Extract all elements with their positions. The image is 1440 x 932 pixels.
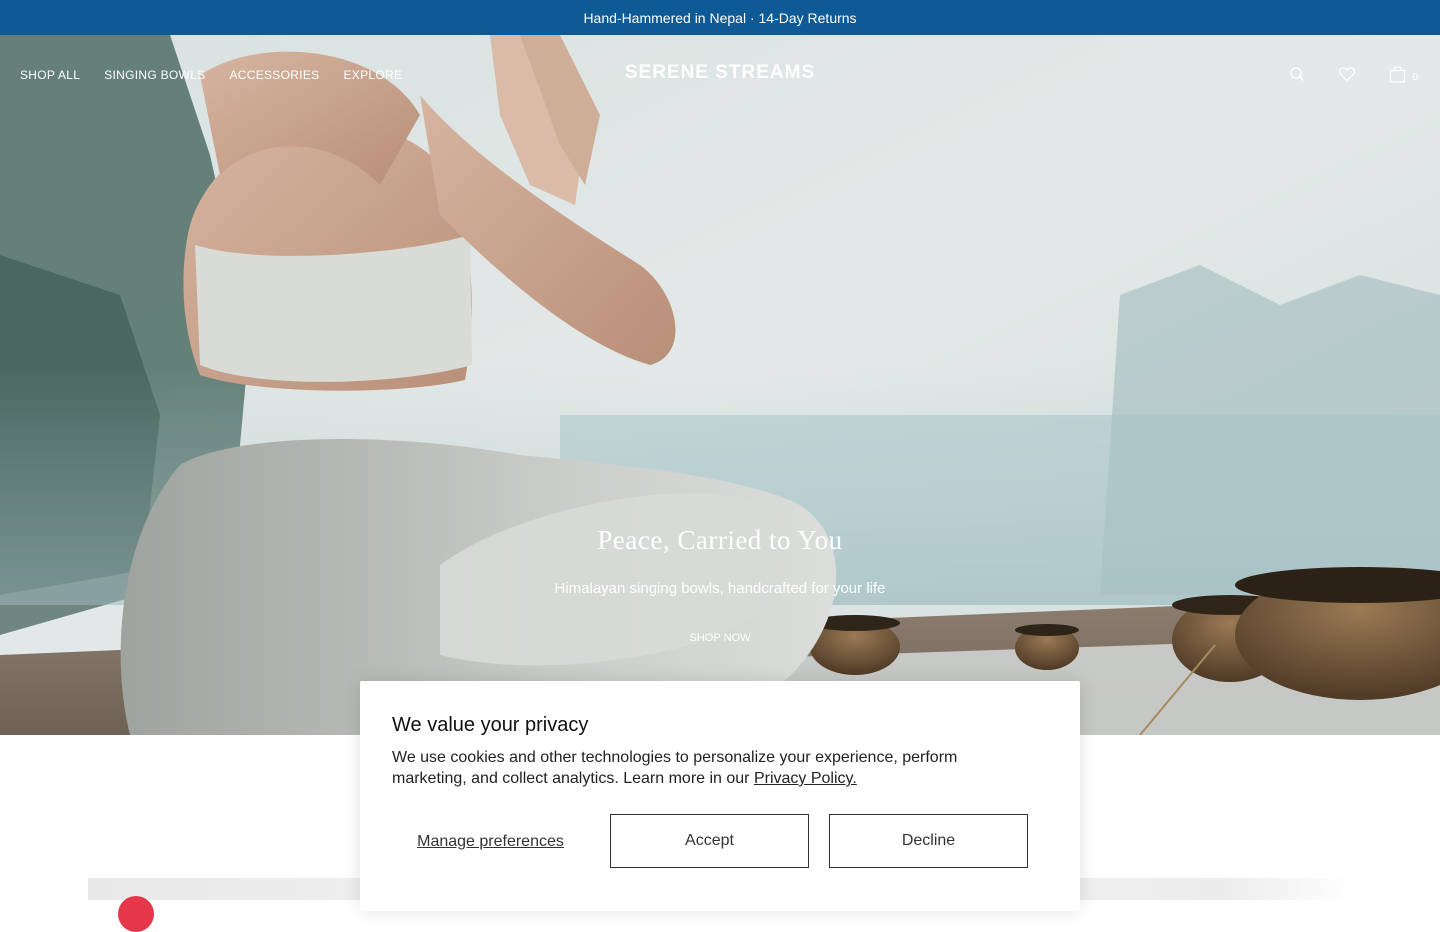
hero-subtitle: Himalayan singing bowls, handcrafted for… [554,580,886,597]
cookie-consent-modal: We value your privacy We use cookies and… [360,681,1080,911]
cookie-modal-title: We value your privacy [392,714,589,736]
manage-preferences-button[interactable]: Manage preferences [392,814,589,868]
red-badge [118,896,154,932]
heart-icon[interactable] [1338,65,1356,83]
cookie-modal-body: We use cookies and other technologies to… [392,749,958,787]
main-nav: SHOP ALL SINGING BOWLS ACCESSORIES EXPLO… [0,35,1440,115]
nav-icons: 0 [1288,65,1418,83]
cookie-modal-text: We use cookies and other technologies to… [392,747,1032,789]
cart-count: 0 [1412,72,1418,83]
cart-button[interactable]: 0 [1388,65,1418,83]
search-icon[interactable] [1288,65,1306,83]
site-logo[interactable]: SERENE STREAMS [0,62,1440,84]
accept-button[interactable]: Accept [610,814,809,868]
announcement-bar: Hand-Hammered in Nepal · 14-Day Returns [0,0,1440,35]
hero-banner [0,35,1440,735]
hero-title: Peace, Carried to You [597,525,843,555]
bag-icon [1388,65,1406,83]
shop-now-link[interactable]: SHOP NOW [670,632,770,644]
hero-image [0,35,1440,735]
privacy-policy-link[interactable]: Privacy Policy. [754,770,857,787]
announcement-text: Hand-Hammered in Nepal · 14-Day Returns [583,9,857,26]
decline-button[interactable]: Decline [829,814,1028,868]
